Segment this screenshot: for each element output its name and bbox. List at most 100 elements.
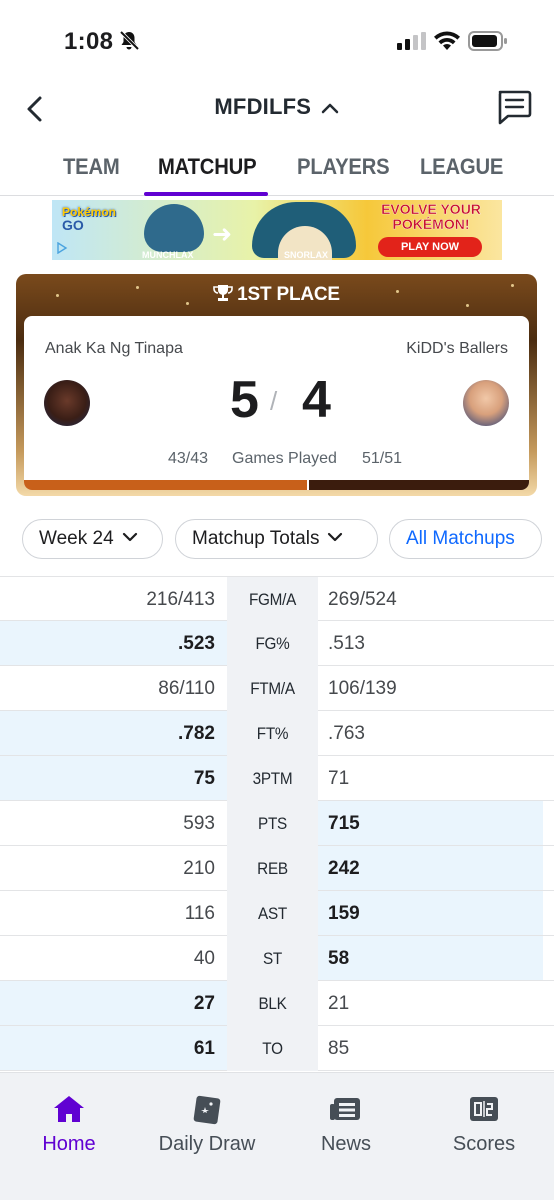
ad-headline: EVOLVE YOUR POKÉMON! [381,201,481,232]
stat-row-ast: 116 AST 159 [0,891,554,936]
stat-row-fg-: .523 FG% .513 [0,621,554,666]
nav-scores[interactable]: Scores [415,1093,553,1156]
stat-value-left: 61 [193,1038,215,1059]
chevron-down-icon [122,532,137,542]
totals-dropdown[interactable]: Matchup Totals [175,519,378,559]
matchup-score-panel: Anak Ka Ng Tinapa KiDD's Ballers 5 / 4 4… [24,316,529,490]
wifi-icon [434,31,460,50]
matchup-filters: Week 24 Matchup Totals All Matchups [0,519,554,559]
nav-home[interactable]: Home [0,1093,138,1156]
place-text: 1ST PLACE [237,284,340,305]
week-dropdown[interactable]: Week 24 [22,519,163,559]
stat-row-blk: 27 BLK 21 [0,981,554,1026]
ad-play-now-button[interactable]: PLAY NOW [378,237,482,257]
stat-value-right: 715 [328,813,360,834]
stat-value-right: .763 [328,723,365,744]
chevron-down-icon [328,532,343,542]
tab-team[interactable]: TEAM [63,154,120,180]
stat-value-right: 85 [328,1038,350,1059]
nav-daily-draw[interactable]: Daily Draw [138,1093,276,1156]
league-title: MFDILFS [214,94,312,119]
stat-category: AST [258,904,287,923]
stat-value-left: 116 [184,903,215,924]
nav-news-label: News [320,1133,371,1155]
stat-value-left: .523 [178,633,215,654]
stat-value-left: 210 [183,858,215,879]
matchup-card[interactable]: 1ST PLACE Anak Ka Ng Tinapa KiDD's Balle… [16,274,537,496]
team-right-score: 4 [302,371,331,429]
progress-left-fill [24,480,307,490]
stat-row-st: 40 ST 58 [0,936,554,981]
stat-row-ftm-a: 86/110 FTM/A 106/139 [0,666,554,711]
stat-row-to: 61 TO 85 [0,1026,554,1071]
ad-banner[interactable]: Pokémon GO ➜ MUNCHLAX SNORLAX EVOLVE YOU… [52,200,502,260]
stat-category: FTM/A [250,679,295,698]
ad-logo: Pokémon GO [62,206,116,233]
games-played-progress [24,480,529,490]
stat-value-right: 159 [328,903,360,924]
active-tab-indicator [144,192,268,196]
status-bar: 1:08 [0,0,554,84]
ad-munchlax-image [144,204,204,252]
week-dropdown-label: Week 24 [39,528,114,549]
battery-icon [468,31,507,51]
stat-value-left: 40 [193,948,215,969]
ad-choices-icon[interactable] [56,242,68,254]
stat-value-right: 21 [328,993,350,1014]
bell-muted-icon [119,30,140,51]
totals-dropdown-label: Matchup Totals [192,528,320,549]
stat-value-right: 269/524 [328,589,397,610]
tab-players[interactable]: PLAYERS [297,154,390,180]
tab-league[interactable]: LEAGUE [420,154,503,180]
nav-scores-label: Scores [452,1133,516,1155]
stat-category: ST [262,949,283,968]
ad-arrow-icon: ➜ [212,221,233,248]
team-left-games-played: 43/43 [168,450,209,467]
stat-value-right: .513 [328,633,365,654]
league-title-switcher[interactable]: MFDILFS [0,94,554,120]
team-left-score: 5 [230,371,259,429]
place-label: 1ST PLACE [16,284,537,306]
tab-matchup[interactable]: MATCHUP [158,154,257,180]
chat-icon[interactable] [496,88,532,126]
score-separator: / [270,386,278,416]
stats-table: 216/413 FGM/A 269/524 .523 FG% .513 86/110 FTM/… [0,576,554,1071]
stat-row-ft-: .782 FT% .763 [0,711,554,756]
stat-value-right: 58 [328,948,350,969]
stat-category: PTS [258,814,287,833]
stat-row-3ptm: 75 3PTM 71 [0,756,554,801]
chevron-up-icon [321,103,338,114]
app-header: MFDILFS [0,84,554,134]
stat-category: FT% [256,724,289,743]
daily-draw-icon [193,1095,221,1125]
nav-home-label: Home [42,1133,96,1155]
team-right-avatar[interactable] [463,380,509,426]
team-left-avatar[interactable] [44,380,90,426]
team-right-name[interactable]: KiDD's Ballers [406,340,508,358]
games-played-label: Games Played [232,450,337,467]
stat-category: TO [262,1039,283,1058]
stat-row-reb: 210 REB 242 [0,846,554,891]
stat-value-right: 71 [328,768,350,789]
status-time: 1:08 [64,28,114,55]
news-icon [330,1098,360,1120]
nav-daily-draw-label: Daily Draw [158,1133,256,1155]
stat-category: 3PTM [252,769,293,788]
tab-bar: TEAM MATCHUP PLAYERS LEAGUE [0,140,554,196]
stat-category: FG% [255,634,290,653]
stat-row-pts: 593 PTS 715 [0,801,554,846]
stat-category: REB [257,859,288,878]
nav-news[interactable]: News [277,1093,415,1156]
cellular-signal-icon [397,32,426,50]
team-right-games-played: 51/51 [362,450,403,467]
ad-logo-go: GO [62,217,84,233]
stat-value-left: 216/413 [146,589,215,610]
team-left-name[interactable]: Anak Ka Ng Tinapa [45,340,183,358]
stat-category: FGM/A [248,590,297,609]
stat-value-left: 86/110 [158,678,215,699]
all-matchups-button[interactable]: All Matchups [389,519,542,559]
stat-value-left: 75 [193,768,215,789]
trophy-icon [213,285,233,301]
stat-value-left: .782 [178,723,215,744]
stat-value-left: 27 [193,993,215,1014]
